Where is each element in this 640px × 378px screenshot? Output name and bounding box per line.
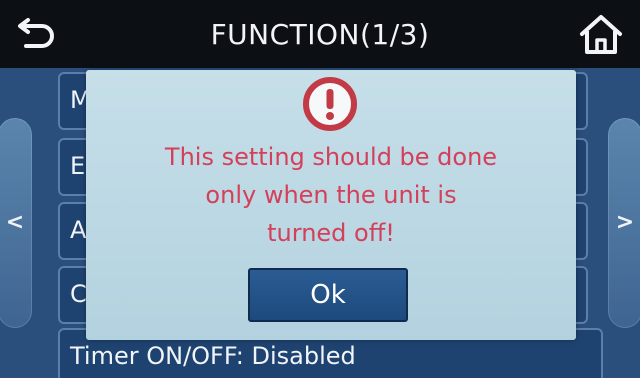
warning-exclamation-icon xyxy=(302,76,358,132)
page-title: FUNCTION(1/3) xyxy=(210,18,430,51)
dialog-message-line: This setting should be done xyxy=(164,143,498,171)
list-item-label: C xyxy=(70,280,87,308)
chevron-right-icon: > xyxy=(615,210,635,235)
dialog-message-line: only when the unit is xyxy=(205,181,457,209)
header-bar: FUNCTION(1/3) xyxy=(0,0,640,68)
list-item-label: Timer ON/OFF: Disabled xyxy=(70,342,356,370)
list-item-label: A xyxy=(70,216,87,244)
dialog-message-line: turned off! xyxy=(267,219,395,247)
chevron-left-icon: < xyxy=(5,210,25,235)
home-button[interactable] xyxy=(576,12,626,56)
dialog-message: This setting should be done only when th… xyxy=(106,138,556,252)
home-icon xyxy=(580,15,622,54)
list-item-label: E xyxy=(70,152,86,180)
warning-dialog: This setting should be done only when th… xyxy=(86,70,576,340)
prev-page-button[interactable]: < xyxy=(0,118,32,328)
next-page-button[interactable]: > xyxy=(608,118,640,328)
ok-button[interactable]: Ok xyxy=(248,268,408,322)
function-screen: FUNCTION(1/3) < > M E A C Timer ON/OFF: … xyxy=(0,0,640,378)
